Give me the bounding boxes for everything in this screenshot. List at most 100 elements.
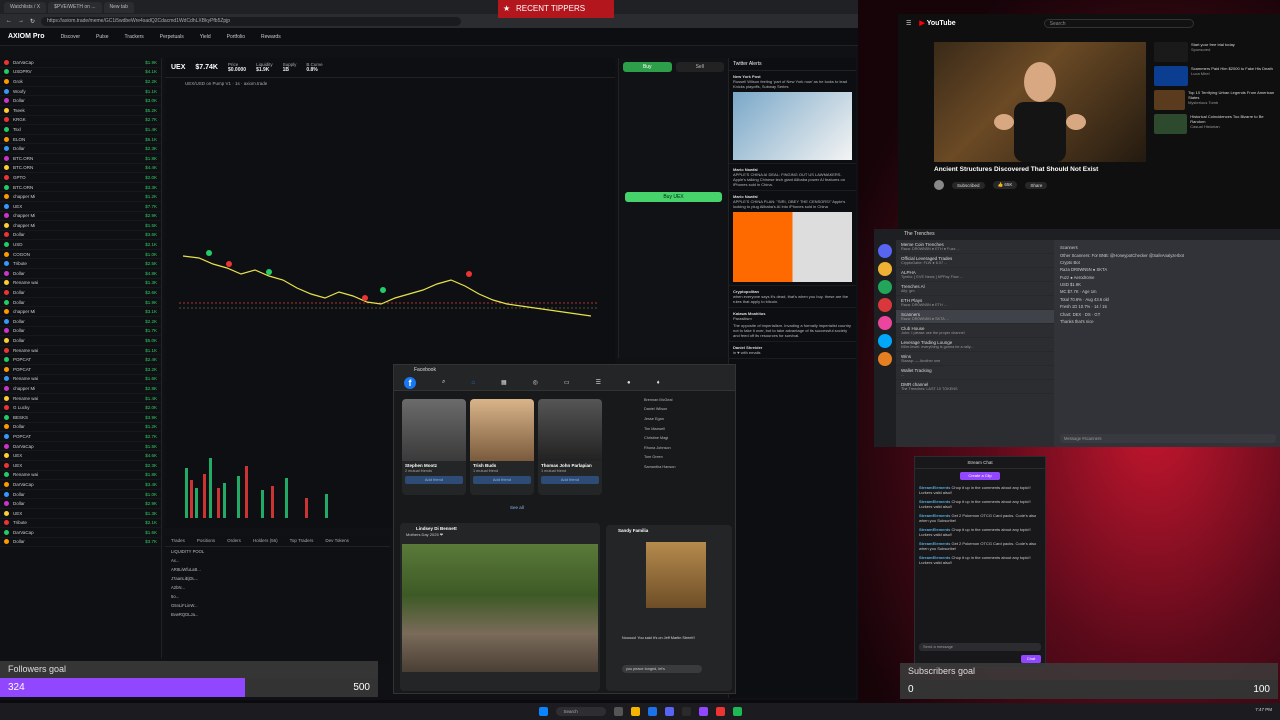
- video-thumbnail[interactable]: [1154, 42, 1188, 62]
- friend-photo[interactable]: [538, 399, 602, 461]
- nav-yield[interactable]: Yield: [200, 34, 211, 40]
- axiom-logo[interactable]: AXIOM Pro: [8, 33, 45, 40]
- create-clip-button[interactable]: Create a Clip: [960, 472, 1000, 480]
- discord-channel[interactable]: Leverage Trading Lounge KillerJewel: ever…: [896, 338, 1054, 352]
- chat-send-button[interactable]: Chat: [1021, 655, 1041, 663]
- post-photo[interactable]: [402, 544, 598, 672]
- spotify-icon[interactable]: [732, 707, 742, 716]
- chat-input[interactable]: Send a message: [919, 643, 1041, 651]
- watchlist-row[interactable]: Dollar $1.0K: [0, 490, 161, 500]
- add-friend-button[interactable]: Add friend: [541, 476, 599, 484]
- browser-tab[interactable]: $PVE/WETH on ...: [48, 1, 102, 13]
- watchlist-row[interactable]: Dollar $1.9K: [0, 298, 161, 308]
- watchlist-row[interactable]: Dollar $3.0K: [0, 96, 161, 106]
- friend-photo[interactable]: [470, 399, 534, 461]
- task-view-icon[interactable]: [613, 707, 623, 716]
- server-icon[interactable]: [878, 298, 892, 312]
- holder-row[interactable]: LIQUIDITY POOL: [165, 547, 390, 556]
- nav-trackers[interactable]: Trackers: [125, 34, 144, 40]
- news-item[interactable]: New York Post Russell Wilson feeling 'par…: [729, 71, 856, 164]
- holder-row[interactable]: 5o...: [165, 592, 390, 601]
- bottom-tab[interactable]: Positions: [197, 538, 215, 543]
- youtube-logo[interactable]: ▶ YouTube: [919, 19, 955, 27]
- discord-channel[interactable]: Meme Coin Trenches Raza: DR0WN5N ● ETH ● …: [896, 240, 1054, 254]
- twitch-icon[interactable]: [698, 707, 708, 716]
- nav-rewards[interactable]: Rewards: [261, 34, 281, 40]
- recommended-video[interactable]: Scammers Paid Him $2000 to Fake His Deat…: [1154, 66, 1278, 86]
- watchlist-row[interactable]: Rename wai $1.4K: [0, 394, 161, 404]
- groups-icon[interactable]: ◎: [533, 379, 538, 386]
- watchlist-row[interactable]: G Lucky $2.0K: [0, 403, 161, 413]
- watchlist-row[interactable]: UEX $1.3K: [0, 509, 161, 519]
- server-icon[interactable]: [878, 316, 892, 330]
- home-icon[interactable]: ⌂: [471, 380, 475, 386]
- bottom-tab[interactable]: Trades: [171, 538, 185, 543]
- share-button[interactable]: Share: [1025, 181, 1048, 189]
- news-item[interactable]: Daniel Shreider in ♥ with emails: [729, 342, 856, 359]
- watchlist-row[interactable]: Rename wai $1.1K: [0, 346, 161, 356]
- gaming-icon[interactable]: ▭: [564, 379, 570, 386]
- buy-token-button[interactable]: Buy UEX: [625, 192, 722, 202]
- contact-item[interactable]: Samantha Hanson: [644, 462, 730, 472]
- discord-channel[interactable]: Wallet Tracking...: [896, 366, 1054, 380]
- watchlist-row[interactable]: DarVaCap $1.5K: [0, 442, 161, 452]
- watchlist-row[interactable]: GPTO $2.0K: [0, 173, 161, 183]
- browser-tab[interactable]: New tab: [103, 1, 134, 13]
- add-friend-button[interactable]: Add friend: [405, 476, 463, 484]
- watchlist-row[interactable]: chapper Mi $3.1K: [0, 307, 161, 318]
- search-icon[interactable]: ⌕: [442, 379, 445, 386]
- contact-item[interactable]: Rhona Johnson: [644, 443, 730, 453]
- nav-portfolio[interactable]: Portfolio: [227, 34, 245, 40]
- watchlist-row[interactable]: Tribute $2.1K: [0, 519, 161, 529]
- bottom-tab[interactable]: Orders: [227, 538, 241, 543]
- browser-tab[interactable]: Watchlists / X: [4, 1, 47, 13]
- taskbar-search[interactable]: Search: [555, 707, 606, 716]
- watchlist-row[interactable]: Dollar $4.8K: [0, 269, 161, 279]
- recommended-video[interactable]: Historical Coincidences Too Bizarre to B…: [1154, 114, 1278, 134]
- buy-tab[interactable]: Buy: [623, 62, 672, 72]
- watchlist-row[interactable]: POPCAT $3.2K: [0, 365, 161, 375]
- watchlist-row[interactable]: chapper Mi $2.8K: [0, 384, 161, 394]
- post-author[interactable]: Lindsey Di Bennett: [400, 523, 600, 531]
- watchlist-row[interactable]: Dollar $3.7K: [0, 538, 161, 548]
- watchlist-row[interactable]: Dollar $1.7K: [0, 327, 161, 337]
- chat-input[interactable]: you peace tonged, let's: [622, 665, 702, 673]
- recommended-video[interactable]: Top 10 Terrifying Urban Legends From Ame…: [1154, 90, 1278, 110]
- watchlist-row[interactable]: Grok $2.2K: [0, 77, 161, 87]
- friend-name[interactable]: Thomas John Parlapian: [538, 461, 602, 468]
- discord-channel[interactable]: Scanners Raza: DR0WN5N ● SKTA ...: [896, 310, 1054, 324]
- video-thumbnail[interactable]: [1154, 90, 1186, 110]
- watchlist-row[interactable]: UEX $7.7K: [0, 202, 161, 212]
- server-icon[interactable]: [878, 244, 892, 258]
- watchlist-row[interactable]: COGON $1.0K: [0, 250, 161, 260]
- watchlist-row[interactable]: Dollar $3.6K: [0, 231, 161, 241]
- contact-item[interactable]: Tim Maxwell: [644, 424, 730, 434]
- contact-item[interactable]: Tom Green: [644, 453, 730, 463]
- contact-item[interactable]: Daniel Wilson: [644, 405, 730, 415]
- watchlist-row[interactable]: POPCAT $2.7K: [0, 432, 161, 442]
- watchlist-row[interactable]: POPCAT $2.4K: [0, 355, 161, 365]
- news-item[interactable]: Mario Nawfal APPLE'S CHINA AI DEAL: FINGI…: [729, 164, 856, 191]
- file-explorer-icon[interactable]: [630, 707, 640, 716]
- holder-row[interactable]: A2bN...: [165, 583, 390, 592]
- obs-icon[interactable]: [681, 707, 691, 716]
- watchlist-row[interactable]: Dollar $2.2K: [0, 317, 161, 327]
- contact-item[interactable]: Brennan McGeal: [644, 395, 730, 405]
- watchlist-row[interactable]: DarVaCap $1.6K: [0, 528, 161, 538]
- watchlist-row[interactable]: DarVaCap $1.9K: [0, 58, 161, 68]
- watchlist-row[interactable]: UEX $4.6K: [0, 451, 161, 461]
- watchlist-row[interactable]: ELON $6.1K: [0, 135, 161, 145]
- recommended-video[interactable]: Start your free trial today Sponsored: [1154, 42, 1278, 62]
- watchlist-row[interactable]: BTC.ORN $4.4K: [0, 164, 161, 174]
- bottom-tab[interactable]: Holders (56): [253, 538, 278, 543]
- like-button[interactable]: 👍 65K: [992, 181, 1018, 189]
- channel-avatar[interactable]: [934, 180, 944, 190]
- marketplace-icon[interactable]: ▦: [501, 379, 507, 386]
- holder-row[interactable]: J7aanLiEjDL...: [165, 574, 390, 583]
- news-item[interactable]: Mario Nawfal APPLE'S CHINA PLAN: "SIRI, O…: [729, 191, 856, 286]
- nav-perpetuals[interactable]: Perpetuals: [160, 34, 184, 40]
- server-icon[interactable]: [878, 280, 892, 294]
- back-icon[interactable]: ←: [6, 18, 12, 24]
- chat-name[interactable]: Sandy Familia: [606, 525, 732, 536]
- nav-discover[interactable]: Discover: [61, 34, 80, 40]
